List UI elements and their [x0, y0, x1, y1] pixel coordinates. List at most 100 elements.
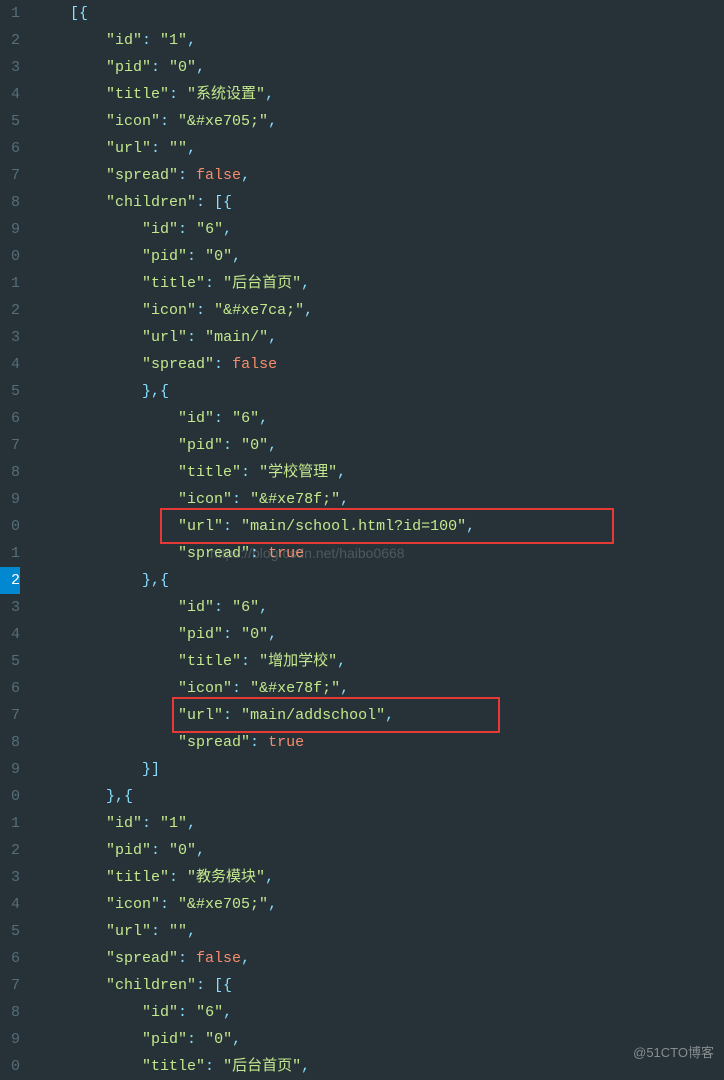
code-line[interactable]: "icon": "&#xe7ca;", — [34, 297, 724, 324]
token-punc: : — [250, 734, 268, 751]
token-punc: , — [187, 32, 196, 49]
code-line[interactable]: "id": "1", — [34, 810, 724, 837]
code-line[interactable]: "pid": "0", — [34, 243, 724, 270]
token-str: "&#xe705;" — [178, 896, 268, 913]
line-number: 1 — [0, 270, 20, 297]
token-punc: : — [142, 32, 160, 49]
token-punc: , — [268, 437, 277, 454]
token-str: "0" — [205, 1031, 232, 1048]
code-line[interactable]: },{ — [34, 567, 724, 594]
code-line[interactable]: "url": "main/school.html?id=100", — [34, 513, 724, 540]
code-line[interactable]: "pid": "0", — [34, 432, 724, 459]
line-number: 4 — [0, 81, 20, 108]
code-line[interactable]: "title": "系统设置", — [34, 81, 724, 108]
token-key: "url" — [106, 923, 151, 940]
token-punc: : — [178, 221, 196, 238]
token-str: "main/addschool" — [241, 707, 385, 724]
code-line[interactable]: }] — [34, 756, 724, 783]
token-punc: : — [223, 626, 241, 643]
token-key: "spread" — [106, 950, 178, 967]
code-line[interactable]: "icon": "&#xe78f;", — [34, 675, 724, 702]
code-line[interactable]: "url": "", — [34, 918, 724, 945]
code-line[interactable]: "icon": "&#xe705;", — [34, 891, 724, 918]
token-str: "0" — [241, 626, 268, 643]
code-line[interactable]: "icon": "&#xe78f;", — [34, 486, 724, 513]
code-line[interactable]: "children": [{ — [34, 972, 724, 999]
code-line[interactable]: "icon": "&#xe705;", — [34, 108, 724, 135]
token-punc: , — [466, 518, 475, 535]
token-punc: : — [178, 167, 196, 184]
code-line[interactable]: [{ — [34, 0, 724, 27]
code-line[interactable]: "title": "教务模块", — [34, 864, 724, 891]
code-line[interactable]: "id": "1", — [34, 27, 724, 54]
token-punc: : — [223, 437, 241, 454]
token-punc: , — [223, 221, 232, 238]
line-number: 2 — [0, 27, 20, 54]
code-line[interactable]: "title": "学校管理", — [34, 459, 724, 486]
token-punc: : — [232, 491, 250, 508]
token-key: "url" — [106, 140, 151, 157]
code-line[interactable]: "title": "后台首页", — [34, 1053, 724, 1080]
token-punc: },{ — [142, 572, 169, 589]
token-punc: : — [187, 329, 205, 346]
code-line[interactable]: "id": "6", — [34, 216, 724, 243]
token-punc: : — [196, 302, 214, 319]
token-punc: : — [205, 275, 223, 292]
token-punc: : — [250, 545, 268, 562]
token-punc: , — [187, 815, 196, 832]
code-line[interactable]: "url": "main/", — [34, 324, 724, 351]
token-punc: , — [196, 842, 205, 859]
token-punc: , — [268, 896, 277, 913]
code-line[interactable]: "title": "增加学校", — [34, 648, 724, 675]
line-number: 4 — [0, 351, 20, 378]
token-str: "学校管理" — [259, 464, 337, 481]
code-line[interactable]: "url": "", — [34, 135, 724, 162]
code-line[interactable]: "spread": false — [34, 351, 724, 378]
token-key: "icon" — [106, 113, 160, 130]
token-punc: : — [151, 59, 169, 76]
token-key: "pid" — [142, 1031, 187, 1048]
code-line[interactable]: "url": "main/addschool", — [34, 702, 724, 729]
token-str: "&#xe7ca;" — [214, 302, 304, 319]
code-area[interactable]: [{ "id": "1", "pid": "0", "title": "系统设置… — [24, 0, 724, 1074]
token-key: "pid" — [178, 437, 223, 454]
token-key: "title" — [142, 275, 205, 292]
token-key: "pid" — [106, 59, 151, 76]
token-key: "title" — [142, 1058, 205, 1075]
token-punc: : — [178, 1004, 196, 1021]
line-number: 6 — [0, 135, 20, 162]
code-line[interactable]: "id": "6", — [34, 594, 724, 621]
token-key: "icon" — [178, 491, 232, 508]
code-line[interactable]: "pid": "0", — [34, 621, 724, 648]
token-str: "6" — [232, 410, 259, 427]
token-punc: , — [340, 491, 349, 508]
code-line[interactable]: "children": [{ — [34, 189, 724, 216]
token-punc: : — [232, 680, 250, 697]
code-line[interactable]: "pid": "0", — [34, 54, 724, 81]
code-line[interactable]: "spread": true — [34, 540, 724, 567]
code-line[interactable]: "spread": true — [34, 729, 724, 756]
token-punc: , — [259, 599, 268, 616]
token-punc: : — [223, 518, 241, 535]
code-editor[interactable]: 1234567890123456789012345678901234567890… — [0, 0, 724, 1074]
code-line[interactable]: "id": "6", — [34, 999, 724, 1026]
token-punc: , — [241, 167, 250, 184]
line-number: 8 — [0, 729, 20, 756]
code-line[interactable]: },{ — [34, 783, 724, 810]
code-line[interactable]: "spread": false, — [34, 162, 724, 189]
code-line[interactable]: "title": "后台首页", — [34, 270, 724, 297]
code-line[interactable]: "pid": "0", — [34, 1026, 724, 1053]
token-key: "id" — [178, 410, 214, 427]
code-line[interactable]: "id": "6", — [34, 405, 724, 432]
token-str: "1" — [160, 815, 187, 832]
token-punc: , — [232, 1031, 241, 1048]
code-line[interactable]: "spread": false, — [34, 945, 724, 972]
line-number: 3 — [0, 594, 20, 621]
token-key: "icon" — [142, 302, 196, 319]
code-line[interactable]: "pid": "0", — [34, 837, 724, 864]
code-line[interactable]: },{ — [34, 378, 724, 405]
token-key: "pid" — [142, 248, 187, 265]
line-number: 0 — [0, 243, 20, 270]
token-punc: , — [337, 653, 346, 670]
line-number: 9 — [0, 486, 20, 513]
